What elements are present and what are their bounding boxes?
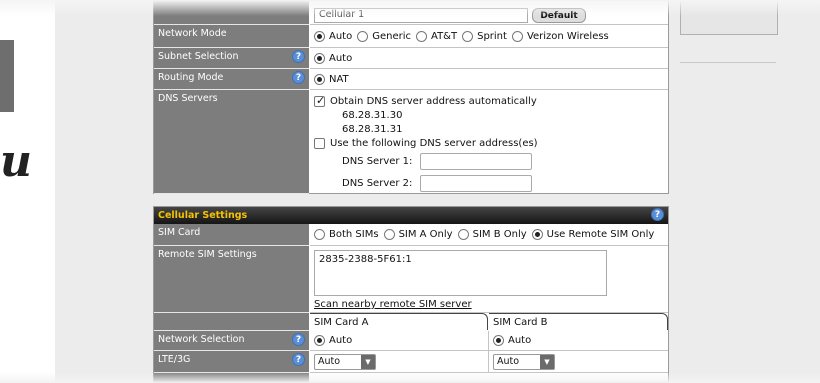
sim-a-lte-select[interactable]: Auto ▼ [314, 353, 376, 370]
dns-server-1-row: DNS Server 1: [314, 150, 538, 172]
dns-manual-option[interactable]: Use the following DNS server address(es) [314, 136, 538, 150]
lte-3g-label: LTE/3G [158, 354, 191, 365]
dns-server-2-label: DNS Server 2: [342, 177, 413, 189]
dns-servers-label: DNS Servers [154, 90, 309, 194]
lte-3g-row: LTE/3G ? Auto ▼ Auto ▼ [154, 351, 668, 373]
dns-options: Obtain DNS server address automatically … [314, 94, 538, 194]
radio-icon [511, 30, 523, 42]
cellular-settings-header: Cellular Settings ? [154, 207, 668, 224]
sim-card-b-header: SIM Card B [489, 313, 668, 330]
dropdown-arrow-icon: ▼ [361, 354, 375, 369]
dns-auto-option[interactable]: Obtain DNS server address automatically [314, 94, 538, 108]
radio-icon [314, 229, 325, 240]
network-mode-label: Network Mode [154, 25, 309, 48]
background-letter: u [0, 136, 32, 187]
sim-b-only-radio[interactable]: SIM B Only [457, 229, 527, 240]
radio-icon [462, 30, 474, 42]
sim-a-network-auto-radio[interactable]: Auto [314, 335, 352, 346]
network-mode-generic-radio[interactable]: Generic [357, 30, 411, 42]
sim-card-a-header: SIM Card A [310, 313, 488, 330]
subnet-auto-radio[interactable]: Auto [314, 52, 352, 64]
help-icon[interactable]: ? [292, 353, 305, 366]
network-mode-att-radio[interactable]: AT&T [416, 30, 457, 42]
dns-server-2-row: DNS Server 2: [314, 172, 538, 194]
sim-remote-only-radio[interactable]: Use Remote SIM Only [531, 229, 654, 240]
sim-a-only-radio[interactable]: SIM A Only [383, 229, 453, 240]
sim-card-radio-group: Both SIMs SIM A Only SIM B Only Use Remo… [314, 229, 659, 240]
sim-b-lte-select[interactable]: Auto ▼ [493, 353, 555, 370]
dns-server-2-input[interactable] [420, 174, 532, 192]
radio-icon [416, 30, 427, 42]
radio-selected-icon [314, 52, 325, 64]
radio-icon [357, 30, 369, 42]
network-selection-label: Network Selection [158, 334, 245, 345]
help-icon[interactable]: ? [651, 208, 664, 221]
network-mode-radio-group: Auto Generic AT&T Sprint Verizon Wireles… [314, 30, 614, 42]
network-mode-auto-radio[interactable]: Auto [314, 30, 352, 42]
radio-selected-icon [314, 73, 325, 85]
remote-sim-label: Remote SIM Settings [154, 246, 309, 313]
sim-columns-header-row: SIM Card A SIM Card B [154, 313, 668, 331]
dns-server-1-label: DNS Server 1: [342, 155, 413, 167]
dns-server-1-input[interactable] [420, 152, 532, 170]
remote-sim-row: Remote SIM Settings 2835-2388-5F61:1 Sca… [154, 246, 668, 313]
help-icon[interactable]: ? [292, 333, 305, 346]
radio-icon [457, 229, 469, 240]
radio-selected-icon [314, 30, 325, 42]
scan-remote-sim-link[interactable]: Scan nearby remote SIM server [314, 299, 472, 310]
network-selection-row: Network Selection ? Auto Auto [154, 331, 668, 351]
sim-card-label: SIM Card [154, 224, 309, 246]
dns-auto-address-2: 68.28.31.31 [342, 123, 403, 135]
routing-mode-row: Routing Mode ? NAT [154, 69, 668, 90]
cellular-settings-title: Cellular Settings [158, 210, 248, 221]
network-mode-sprint-radio[interactable]: Sprint [462, 30, 507, 42]
left-edge-bar [0, 40, 14, 112]
dropdown-arrow-icon: ▼ [540, 354, 554, 369]
sim-both-radio[interactable]: Both SIMs [314, 229, 379, 240]
remote-sim-textarea[interactable]: 2835-2388-5F61:1 [314, 250, 607, 296]
sim-card-row: SIM Card Both SIMs SIM A Only SIM B Only… [154, 224, 668, 246]
wan-settings-card: Cellular 1 Default Network Mode Auto Gen… [153, 0, 669, 194]
network-mode-row: Network Mode Auto Generic AT&T Sprint Ve… [154, 25, 668, 48]
background-divider [680, 62, 776, 63]
routing-nat-radio[interactable]: NAT [314, 73, 349, 85]
checkbox-icon[interactable] [314, 137, 325, 149]
radio-icon [383, 229, 395, 240]
help-icon[interactable]: ? [292, 71, 305, 84]
cellular-settings-card: Cellular Settings ? SIM Card Both SIMs S… [153, 206, 669, 383]
radio-selected-icon [493, 335, 504, 346]
bottom-blur [0, 372, 820, 383]
radio-selected-icon [314, 335, 325, 346]
checkbox-checked-icon[interactable] [314, 94, 325, 107]
subnet-selection-row: Subnet Selection ? Auto [154, 48, 668, 69]
dns-auto-address-1: 68.28.31.30 [342, 109, 403, 121]
top-blur [0, 0, 820, 16]
radio-selected-icon [531, 229, 543, 240]
subnet-selection-label: Subnet Selection [158, 51, 239, 62]
network-mode-verizon-radio[interactable]: Verizon Wireless [511, 30, 609, 42]
routing-mode-label: Routing Mode [158, 72, 224, 83]
sim-b-network-auto-radio[interactable]: Auto [493, 335, 531, 346]
help-icon[interactable]: ? [292, 50, 305, 63]
